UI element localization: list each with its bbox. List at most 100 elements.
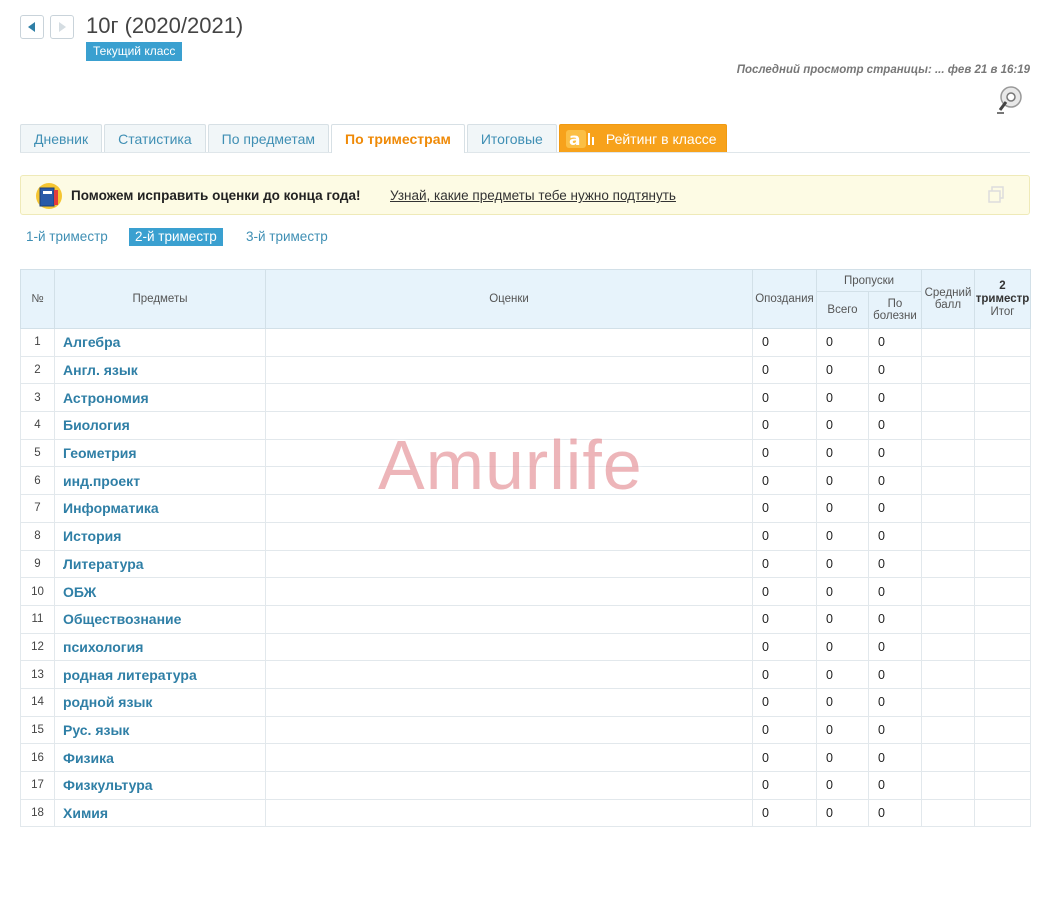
- row-number: 4: [20, 411, 55, 440]
- current-class-badge: Текущий класс: [86, 42, 183, 61]
- tab-diary[interactable]: Дневник: [20, 124, 103, 152]
- trimester-3-link[interactable]: 3-й триместр: [240, 228, 334, 246]
- row-number: 15: [20, 715, 55, 745]
- late-count: 0: [752, 743, 817, 772]
- subject-link[interactable]: Биология: [54, 411, 266, 440]
- trimester-1-link[interactable]: 1-й триместр: [20, 228, 114, 246]
- subject-link[interactable]: родной язык: [54, 687, 266, 717]
- grades-cell: [265, 604, 753, 634]
- tab-class-rating-label: Рейтинг в классе: [605, 130, 717, 147]
- subject-link[interactable]: Алгебра: [54, 328, 266, 357]
- subject-link[interactable]: инд.проект: [54, 466, 266, 496]
- subject-link[interactable]: родная литература: [54, 660, 266, 689]
- late-count: 0: [752, 549, 817, 579]
- book-icon: [35, 181, 63, 216]
- table-row: 18 Химия 0 0 0: [20, 798, 1031, 828]
- table-row: 11 Обществознание 0 0 0: [20, 604, 1031, 634]
- class-title: 10г (2020/2021): [86, 13, 244, 38]
- average-score: [921, 743, 975, 772]
- average-score: [921, 383, 975, 413]
- row-number: 17: [20, 771, 55, 800]
- absences-illness: 0: [868, 660, 922, 689]
- header-absences-illness: По болезни: [868, 291, 922, 329]
- subject-link[interactable]: Рус. язык: [54, 715, 266, 745]
- subject-link[interactable]: Информатика: [54, 494, 266, 523]
- subject-link[interactable]: Геометрия: [54, 438, 266, 468]
- subject-link[interactable]: Литература: [54, 549, 266, 579]
- banner-text: Поможем исправить оценки до конца года!: [71, 188, 361, 203]
- table-row: 13 родная литература 0 0 0: [20, 660, 1031, 689]
- absences-illness: 0: [868, 577, 922, 606]
- absences-total: 0: [816, 798, 869, 828]
- table-row: 14 родной язык 0 0 0: [20, 687, 1031, 717]
- subject-link[interactable]: ОБЖ: [54, 577, 266, 606]
- absences-illness: 0: [868, 328, 922, 357]
- late-count: 0: [752, 438, 817, 468]
- header-absences-total: Всего: [816, 291, 869, 329]
- table-row: 9 Литература 0 0 0: [20, 549, 1031, 579]
- table-row: 10 ОБЖ 0 0 0: [20, 577, 1031, 606]
- absences-total: 0: [816, 604, 869, 634]
- row-number: 7: [20, 494, 55, 523]
- header-final-total: Итог: [990, 305, 1015, 318]
- absences-illness: 0: [868, 383, 922, 413]
- tab-by-trimester[interactable]: По триместрам: [331, 124, 465, 153]
- absences-total: 0: [816, 383, 869, 413]
- late-count: 0: [752, 328, 817, 357]
- subject-link[interactable]: Астрономия: [54, 383, 266, 413]
- table-row: 1 Алгебра 0 0 0: [20, 328, 1031, 357]
- banner-link[interactable]: Узнай, какие предметы тебе нужно подтяну…: [390, 188, 676, 203]
- trimester-final: [974, 577, 1031, 606]
- trimester-final: [974, 798, 1031, 828]
- average-score: [921, 604, 975, 634]
- previous-class-button[interactable]: [20, 15, 44, 39]
- subject-link[interactable]: Химия: [54, 798, 266, 828]
- absences-total: 0: [816, 355, 869, 385]
- row-number: 2: [20, 355, 55, 385]
- settings-icon[interactable]: [992, 82, 1026, 121]
- subject-link[interactable]: Физкультура: [54, 771, 266, 800]
- absences-total: 0: [816, 549, 869, 579]
- row-number: 9: [20, 549, 55, 579]
- absences-total: 0: [816, 328, 869, 357]
- late-count: 0: [752, 687, 817, 717]
- average-score: [921, 466, 975, 496]
- subject-link[interactable]: психология: [54, 632, 266, 662]
- late-count: 0: [752, 660, 817, 689]
- trimester-final: [974, 494, 1031, 523]
- absences-illness: 0: [868, 771, 922, 800]
- subject-link[interactable]: История: [54, 521, 266, 551]
- trimester-final: [974, 687, 1031, 717]
- next-class-button[interactable]: [50, 15, 74, 39]
- grades-cell: [265, 743, 753, 772]
- late-count: 0: [752, 577, 817, 606]
- grades-cell: [265, 577, 753, 606]
- trimester-final: [974, 355, 1031, 385]
- row-number: 14: [20, 687, 55, 717]
- trimester-2-link[interactable]: 2-й триместр: [129, 228, 223, 246]
- absences-illness: 0: [868, 604, 922, 634]
- header-late: Опоздания: [752, 269, 817, 329]
- absences-total: 0: [816, 411, 869, 440]
- tab-class-rating[interactable]: a Рейтинг в классе: [558, 124, 728, 152]
- table-row: 12 психология 0 0 0: [20, 632, 1031, 662]
- subject-link[interactable]: Англ. язык: [54, 355, 266, 385]
- arrow-left-icon: [28, 22, 35, 32]
- average-score: [921, 771, 975, 800]
- absences-total: 0: [816, 687, 869, 717]
- trimester-final: [974, 660, 1031, 689]
- absences-total: 0: [816, 743, 869, 772]
- tab-by-subject[interactable]: По предметам: [207, 124, 330, 152]
- header-absences: Пропуски: [816, 269, 922, 292]
- header-subject: Предметы: [54, 269, 266, 329]
- subject-link[interactable]: Физика: [54, 743, 266, 772]
- absences-total: 0: [816, 494, 869, 523]
- tab-statistics[interactable]: Статистика: [104, 124, 206, 152]
- trimester-final: [974, 438, 1031, 468]
- copy-icon[interactable]: [987, 186, 1005, 209]
- help-banner: Поможем исправить оценки до конца года! …: [20, 175, 1030, 215]
- tab-final[interactable]: Итоговые: [466, 124, 557, 152]
- arrow-right-icon: [59, 22, 66, 32]
- absences-illness: 0: [868, 549, 922, 579]
- subject-link[interactable]: Обществознание: [54, 604, 266, 634]
